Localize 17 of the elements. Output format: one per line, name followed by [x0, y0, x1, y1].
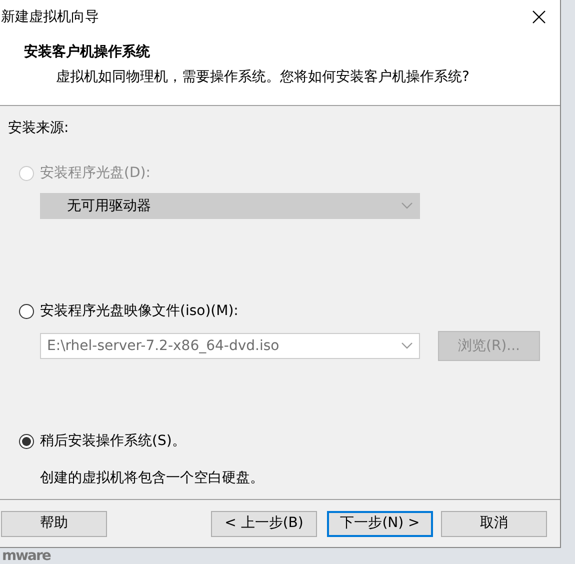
option-description: 创建的虚拟机将包含一个空白硬盘。 — [40, 469, 265, 488]
dialog-button[interactable]: 取消 — [441, 510, 547, 536]
radio-button[interactable] — [19, 434, 34, 449]
window-title: 新建虚拟机向导 — [1, 8, 99, 26]
option-label[interactable]: 稍后安装操作系统(S)。 — [40, 431, 186, 452]
section-label: 安装来源: — [8, 119, 70, 138]
chevron-down-icon — [401, 342, 413, 350]
dialog-button[interactable]: 帮助 — [1, 510, 107, 536]
logo-text: mware — [2, 549, 50, 563]
close-icon[interactable] — [532, 10, 546, 24]
dialog-button[interactable]: 下一步(N) > — [327, 510, 433, 536]
header-subtitle: 虚拟机如同物理机，需要操作系统。您将如何安装客户机操作系统? — [55, 68, 470, 87]
option-label[interactable]: 安装程序光盘映像文件(iso)(M): — [40, 301, 238, 322]
chevron-down-icon — [401, 202, 413, 210]
header-title: 安装客户机操作系统 — [24, 42, 151, 62]
dialog-button[interactable]: < 上一步(B) — [211, 510, 317, 536]
radio-button[interactable] — [19, 304, 34, 319]
